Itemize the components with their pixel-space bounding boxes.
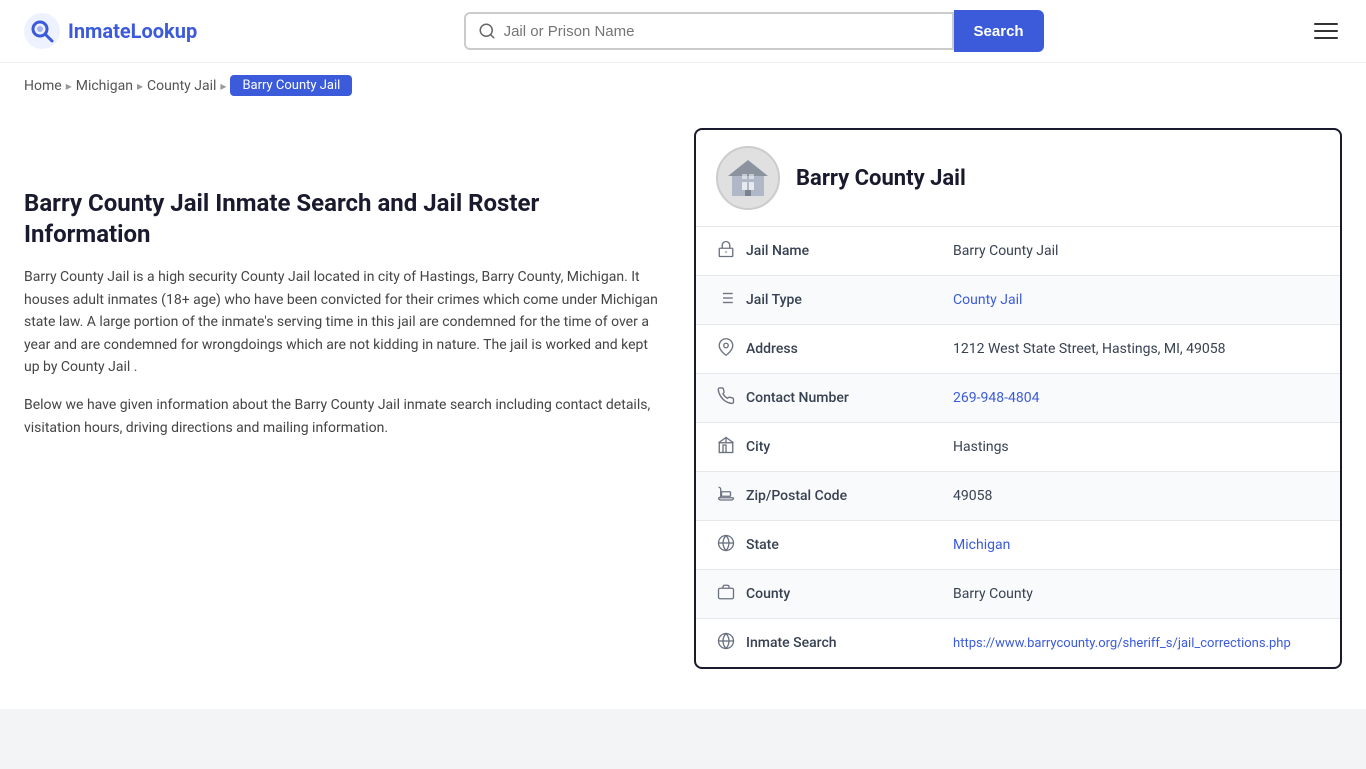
city-icon — [716, 436, 736, 458]
label-text: Address — [746, 341, 798, 357]
label-cell: Inmate Search — [696, 619, 933, 668]
logo[interactable]: InmateLookup — [24, 13, 197, 49]
phone-icon — [716, 387, 736, 409]
label-text: Inmate Search — [746, 635, 837, 651]
main-content: Barry County Jail Inmate Search and Jail… — [0, 108, 1366, 689]
jail-icon — [716, 240, 736, 262]
right-column: Barry County Jail Jail Name — [694, 128, 1342, 669]
label-cell: State — [696, 521, 933, 570]
breadcrumb-sep-2: ▸ — [137, 79, 143, 93]
label-cell: Address — [696, 325, 933, 374]
table-row: Jail Name Barry County Jail — [696, 227, 1340, 276]
search-area: Search — [464, 10, 1044, 52]
value-cell: 269-948-4804 — [933, 374, 1340, 423]
county-icon — [716, 583, 736, 605]
value-cell: Barry County — [933, 570, 1340, 619]
value-cell: County Jail — [933, 276, 1340, 325]
info-card: Barry County Jail Jail Name — [694, 128, 1342, 669]
card-header: Barry County Jail — [696, 130, 1340, 227]
label-text: Zip/Postal Code — [746, 488, 847, 504]
breadcrumb-michigan[interactable]: Michigan — [76, 78, 133, 94]
value-cell: Michigan — [933, 521, 1340, 570]
web-icon — [716, 632, 736, 654]
description-paragraph-1: Barry County Jail is a high security Cou… — [24, 266, 664, 378]
breadcrumb-sep-1: ▸ — [66, 79, 72, 93]
label-text: Jail Name — [746, 243, 809, 259]
label-text: City — [746, 439, 770, 455]
description-paragraph-2: Below we have given information about th… — [24, 394, 664, 439]
table-row: Contact Number 269-948-4804 — [696, 374, 1340, 423]
breadcrumb-current: Barry County Jail — [230, 75, 352, 96]
label-text: State — [746, 537, 779, 553]
page-title: Barry County Jail Inmate Search and Jail… — [24, 188, 664, 250]
breadcrumb-county-jail[interactable]: County Jail — [147, 78, 216, 94]
hamburger-line-3 — [1314, 37, 1338, 39]
jail-type-link[interactable]: County Jail — [953, 292, 1022, 308]
value-cell: 1212 West State Street, Hastings, MI, 49… — [933, 325, 1340, 374]
header: InmateLookup Search — [0, 0, 1366, 63]
label-cell: City — [696, 423, 933, 472]
breadcrumb: Home ▸ Michigan ▸ County Jail ▸ Barry Co… — [0, 63, 1366, 108]
type-icon — [716, 289, 736, 311]
label-text: County — [746, 586, 790, 602]
footer-bar — [0, 709, 1366, 769]
address-icon — [716, 338, 736, 360]
logo-text: InmateLookup — [68, 19, 197, 43]
label-cell: County — [696, 570, 933, 619]
label-cell: Jail Name — [696, 227, 933, 276]
left-column: Barry County Jail Inmate Search and Jail… — [24, 128, 664, 669]
value-cell: https://www.barrycounty.org/sheriff_s/ja… — [933, 619, 1340, 668]
table-row: City Hastings — [696, 423, 1340, 472]
hamburger-menu-button[interactable] — [1310, 19, 1342, 43]
info-table: Jail Name Barry County Jail Ja — [696, 227, 1340, 667]
card-title: Barry County Jail — [796, 166, 966, 191]
table-row: State Michigan — [696, 521, 1340, 570]
search-button[interactable]: Search — [954, 10, 1044, 52]
label-text: Contact Number — [746, 390, 849, 406]
table-row: Jail Type County Jail — [696, 276, 1340, 325]
table-row: Address 1212 West State Street, Hastings… — [696, 325, 1340, 374]
breadcrumb-home[interactable]: Home — [24, 78, 62, 94]
logo-icon — [24, 13, 60, 49]
phone-link[interactable]: 269-948-4804 — [953, 390, 1039, 406]
search-input[interactable] — [504, 23, 940, 40]
table-row: Inmate Search https://www.barrycounty.or… — [696, 619, 1340, 668]
zip-icon — [716, 485, 736, 507]
hamburger-line-2 — [1314, 30, 1338, 32]
label-cell: Jail Type — [696, 276, 933, 325]
table-row: County Barry County — [696, 570, 1340, 619]
value-cell: Hastings — [933, 423, 1340, 472]
value-cell: Barry County Jail — [933, 227, 1340, 276]
state-icon — [716, 534, 736, 556]
label-cell: Contact Number — [696, 374, 933, 423]
value-cell: 49058 — [933, 472, 1340, 521]
breadcrumb-sep-3: ▸ — [220, 79, 226, 93]
table-row: Zip/Postal Code 49058 — [696, 472, 1340, 521]
jail-building-icon — [724, 154, 772, 202]
inmate-search-link[interactable]: https://www.barrycounty.org/sheriff_s/ja… — [953, 636, 1291, 651]
label-cell: Zip/Postal Code — [696, 472, 933, 521]
search-icon — [478, 22, 496, 40]
jail-avatar — [716, 146, 780, 210]
label-text: Jail Type — [746, 292, 802, 308]
state-link[interactable]: Michigan — [953, 537, 1010, 553]
search-wrapper — [464, 12, 954, 50]
hamburger-line-1 — [1314, 23, 1338, 25]
